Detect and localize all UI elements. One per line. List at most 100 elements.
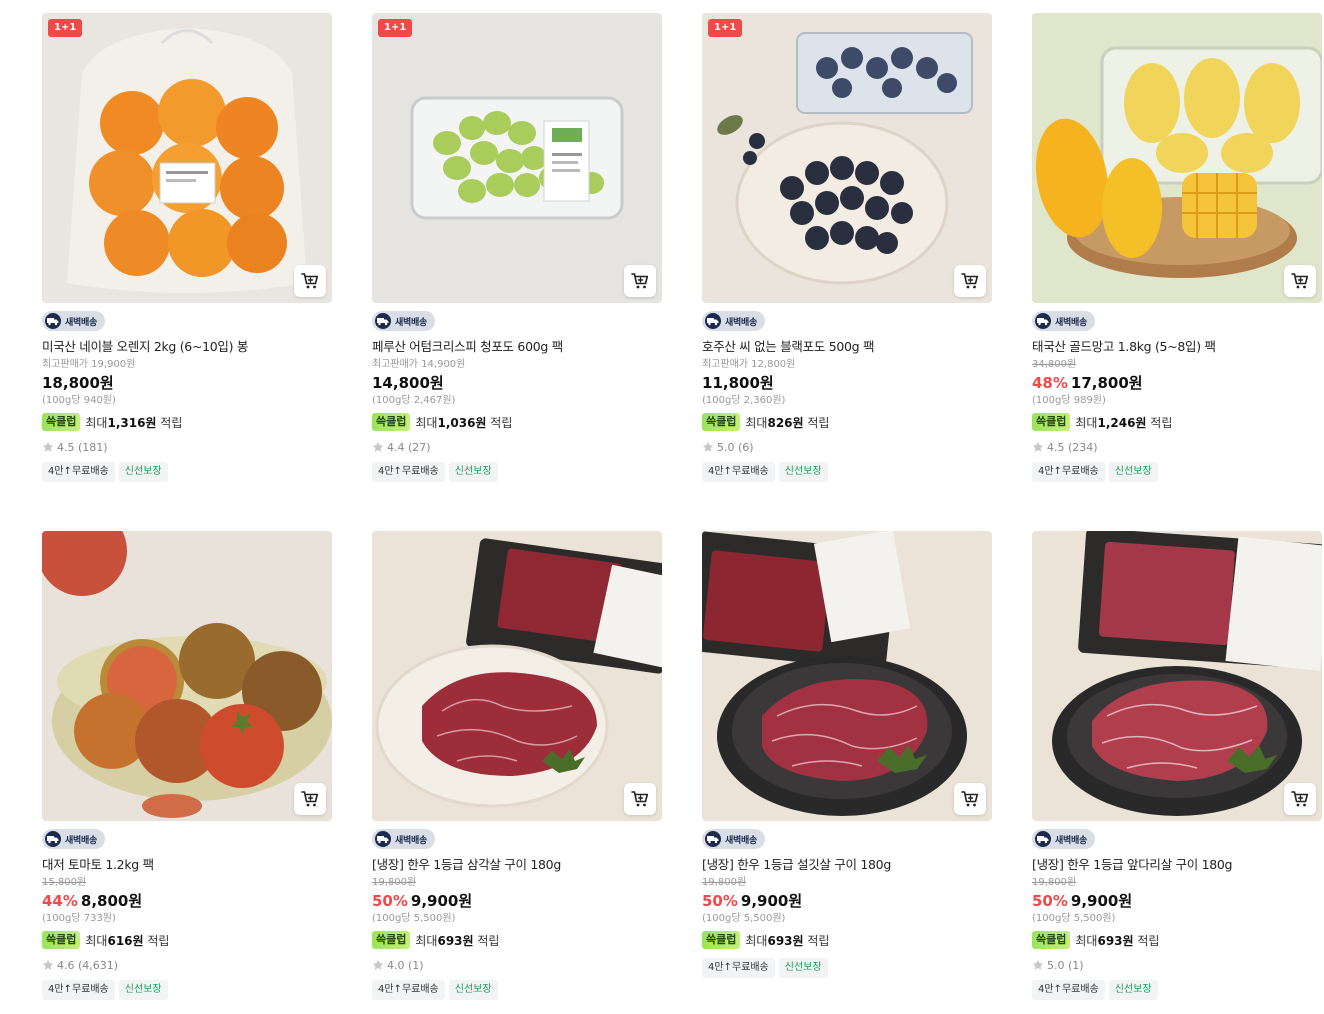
- fresh-guarantee-tag: 신선보장: [448, 980, 498, 1000]
- tag-list: 4만↑무료배송 신선보장: [1032, 462, 1322, 482]
- rating: 5.0 (1): [1032, 957, 1322, 973]
- product-name[interactable]: 미국산 네이블 오렌지 2kg (6~10입) 봉: [42, 339, 332, 355]
- delivery-truck-icon: [44, 313, 62, 329]
- product-name[interactable]: 호주산 씨 없는 블랙포도 500g 팩: [702, 339, 992, 355]
- product-name[interactable]: 대저 토마토 1.2kg 팩: [42, 857, 332, 873]
- free-shipping-tag: 4만↑무료배송: [1032, 980, 1105, 1000]
- star-icon: [42, 959, 54, 971]
- add-to-cart-button[interactable]: [624, 783, 656, 815]
- fresh-guarantee-tag: 신선보장: [778, 462, 828, 482]
- product-name[interactable]: 페루산 어텀크리스피 청포도 600g 팩: [372, 339, 662, 355]
- product-card[interactable]: 1+1 새벽배송 페루산 어텀크리스피 청포도 600g 팩 최고판매가 14,…: [372, 13, 662, 482]
- product-image[interactable]: 1+1: [372, 13, 662, 303]
- discount-rate: 50%: [702, 892, 738, 910]
- price-row: 44% 8,800원: [42, 891, 332, 911]
- sale-price: 14,800원: [372, 374, 444, 392]
- reward-amount: 1,036원: [437, 415, 487, 430]
- add-to-cart-button[interactable]: [294, 783, 326, 815]
- original-price: 19,800원: [702, 877, 747, 888]
- tag-list: 4만↑무료배송 신선보장: [1032, 980, 1322, 1000]
- reward-info: 쓱클럽 최대693원 적립: [372, 930, 662, 950]
- price-row: 11,800원: [702, 373, 992, 393]
- product-card[interactable]: 새벽배송 [냉장] 한우 1등급 설깃살 구이 180g 19,800원 50%…: [702, 531, 992, 978]
- product-image[interactable]: [702, 531, 992, 821]
- product-card[interactable]: 1+1 새벽배송 호주산 씨 없는 블랙포도 500g 팩 최고판매가 12,8…: [702, 13, 992, 482]
- product-name[interactable]: [냉장] 한우 1등급 설깃살 구이 180g: [702, 857, 992, 873]
- product-card[interactable]: 새벽배송 [냉장] 한우 1등급 삼각살 구이 180g 19,800원 50%…: [372, 531, 662, 1000]
- tomatoes-bowl-image: [42, 531, 332, 821]
- cart-icon: [630, 271, 650, 291]
- rating: 4.4 (27): [372, 439, 662, 455]
- add-to-cart-button[interactable]: [624, 265, 656, 297]
- reward-info: 쓱클럽 최대1,246원 적립: [1032, 412, 1322, 432]
- product-image[interactable]: [1032, 531, 1322, 821]
- delivery-truck-icon: [1034, 831, 1052, 847]
- add-to-cart-button[interactable]: [1284, 783, 1316, 815]
- dawn-delivery-badge: 새벽배송: [372, 311, 435, 331]
- product-image[interactable]: [372, 531, 662, 821]
- original-price: 19,800원: [372, 877, 417, 888]
- product-card[interactable]: 새벽배송 태국산 골드망고 1.8kg (5~8입) 팩 34,800원 48%…: [1032, 13, 1322, 482]
- product-card[interactable]: 1+1 새벽배송 미국산 네이블 오렌지 2kg (6~10입) 봉 최고판매가…: [42, 13, 332, 482]
- add-to-cart-button[interactable]: [294, 265, 326, 297]
- sale-price: 9,900원: [410, 892, 473, 910]
- one-plus-one-badge: 1+1: [708, 19, 743, 37]
- tag-list: 4만↑무료배송 신선보장: [42, 462, 332, 482]
- add-to-cart-button[interactable]: [1284, 265, 1316, 297]
- beef-dark-plate-2-image: [1032, 531, 1322, 821]
- fresh-guarantee-tag: 신선보장: [778, 958, 828, 978]
- reward-info: 쓱클럽 최대1,036원 적립: [372, 412, 662, 432]
- product-image[interactable]: [1032, 13, 1322, 303]
- product-grid: 1+1 새벽배송 미국산 네이블 오렌지 2kg (6~10입) 봉 최고판매가…: [0, 0, 1324, 1014]
- add-to-cart-button[interactable]: [954, 783, 986, 815]
- ssg-club-badge: 쓱클럽: [702, 413, 741, 431]
- product-image[interactable]: [42, 531, 332, 821]
- product-image[interactable]: 1+1: [42, 13, 332, 303]
- product-card[interactable]: 새벽배송 대저 토마토 1.2kg 팩 15,800원 44% 8,800원 (1…: [42, 531, 332, 1000]
- ssg-club-badge: 쓱클럽: [42, 931, 81, 949]
- sale-price: 17,800원: [1070, 374, 1143, 392]
- ssg-club-badge: 쓱클럽: [372, 931, 411, 949]
- free-shipping-tag: 4만↑무료배송: [42, 980, 115, 1000]
- unit-price: (100g당 2,467원): [372, 395, 456, 406]
- fresh-guarantee-tag: 신선보장: [118, 980, 168, 1000]
- reward-amount: 693원: [767, 933, 804, 948]
- dawn-delivery-badge: 새벽배송: [42, 829, 105, 849]
- reward-info: 쓱클럽 최대826원 적립: [702, 412, 992, 432]
- cart-icon: [300, 271, 320, 291]
- reward-info: 쓱클럽 최대616원 적립: [42, 930, 332, 950]
- price-row: 14,800원: [372, 373, 662, 393]
- price-row: 18,800원: [42, 373, 332, 393]
- dawn-delivery-badge: 새벽배송: [42, 311, 105, 331]
- product-image[interactable]: 1+1: [702, 13, 992, 303]
- beef-light-plate-image: [372, 531, 662, 821]
- reward-amount: 1,246원: [1097, 415, 1147, 430]
- free-shipping-tag: 4만↑무료배송: [702, 958, 775, 978]
- fresh-guarantee-tag: 신선보장: [1108, 462, 1158, 482]
- dawn-delivery-badge: 새벽배송: [1032, 829, 1095, 849]
- product-name[interactable]: 태국산 골드망고 1.8kg (5~8입) 팩: [1032, 339, 1322, 355]
- sale-price: 11,800원: [702, 374, 774, 392]
- delivery-truck-icon: [1034, 313, 1052, 329]
- free-shipping-tag: 4만↑무료배송: [702, 462, 775, 482]
- product-card[interactable]: 새벽배송 [냉장] 한우 1등급 앞다리살 구이 180g 19,800원 50…: [1032, 531, 1322, 1000]
- reward-amount: 693원: [1097, 933, 1134, 948]
- unit-price: (100g당 989원): [1032, 395, 1106, 406]
- dawn-delivery-badge: 새벽배송: [702, 829, 765, 849]
- add-to-cart-button[interactable]: [954, 265, 986, 297]
- free-shipping-tag: 4만↑무료배송: [42, 462, 115, 482]
- cart-icon: [1290, 789, 1310, 809]
- ssg-club-badge: 쓱클럽: [372, 413, 411, 431]
- rating: 4.6 (4,631): [42, 957, 332, 973]
- tag-list: 4만↑무료배송 신선보장: [42, 980, 332, 1000]
- delivery-truck-icon: [44, 831, 62, 847]
- delivery-truck-icon: [704, 831, 722, 847]
- unit-price: (100g당 5,500원): [372, 913, 456, 924]
- reward-amount: 693원: [437, 933, 474, 948]
- product-name[interactable]: [냉장] 한우 1등급 앞다리살 구이 180g: [1032, 857, 1322, 873]
- unit-price: (100g당 2,360원): [702, 395, 786, 406]
- gold-mango-board-image: [1032, 13, 1322, 303]
- black-grapes-plate-image: [702, 13, 992, 303]
- price-row: 50% 9,900원: [372, 891, 662, 911]
- product-name[interactable]: [냉장] 한우 1등급 삼각살 구이 180g: [372, 857, 662, 873]
